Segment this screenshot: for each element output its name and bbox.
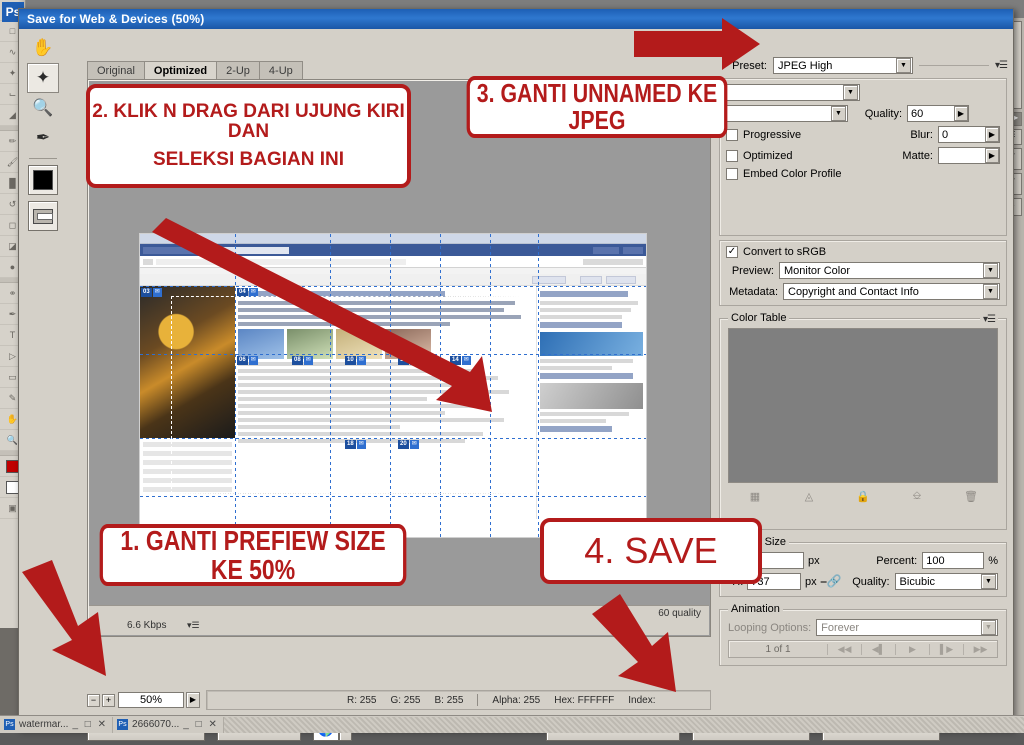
annotation-callout-2-line2: SELEKSI BAGIAN INI [152, 148, 345, 170]
annotation-callout-2: 2. KLIK N DRAG DARI UJUNG KIRI DAN SELEK… [86, 84, 411, 188]
annotation-callout-4: 4. SAVE [540, 518, 762, 584]
annotation-callout-2-text: 2. KLIK N DRAG DARI UJUNG KIRI DAN SELEK… [90, 102, 407, 170]
annotation-callout-3: 3. GANTI UNNAMED KE JPEG [466, 76, 728, 138]
arrow-to-preset [634, 18, 760, 70]
arrow-to-preview-selection [152, 218, 492, 412]
arrow-to-save-button [592, 594, 676, 692]
annotation-callout-1: 1. GANTI PREFIEW SIZE KE 50% [99, 524, 407, 586]
annotation-callout-2-line1: 2. KLIK N DRAG DARI UJUNG KIRI DAN [92, 101, 405, 143]
arrow-to-zoom-field [22, 560, 106, 676]
